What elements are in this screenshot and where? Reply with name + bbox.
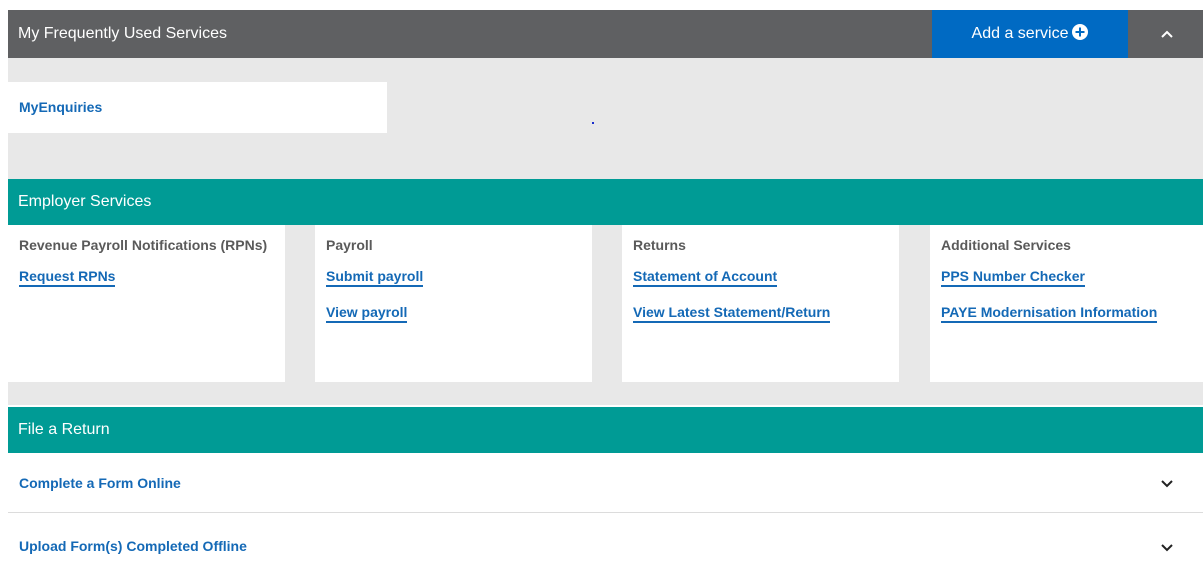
pps-number-checker-link[interactable]: PPS Number Checker [941,268,1085,287]
chevron-down-icon [1161,480,1173,488]
file-a-return-title: File a Return [18,421,110,438]
request-rpns-link[interactable]: Request RPNs [19,268,116,287]
returns-card: Returns Statement of Account View Latest… [622,225,899,382]
rpn-card: Revenue Payroll Notifications (RPNs) Req… [8,225,285,382]
payroll-card-heading: Payroll [326,237,373,253]
paye-modernisation-link[interactable]: PAYE Modernisation Information [941,304,1158,323]
statement-of-account-link[interactable]: Statement of Account [633,268,778,287]
favourite-link-myenquiries[interactable]: MyEnquiries [19,82,102,133]
frequently-used-title: My Frequently Used Services [18,25,227,42]
frequently-used-header: My Frequently Used Services Add a servic… [8,10,1203,58]
accordion-label: Complete a Form Online [19,475,181,491]
rpn-card-heading: Revenue Payroll Notifications (RPNs) [19,237,268,253]
additional-services-card: Additional Services PPS Number Checker P… [930,225,1203,382]
employer-services-panel: Revenue Payroll Notifications (RPNs) Req… [8,225,1203,405]
returns-card-heading: Returns [633,237,686,253]
accordion-complete-form-online[interactable]: Complete a Form Online [8,453,1203,513]
accordion-upload-forms-offline[interactable]: Upload Form(s) Completed Offline [8,514,1203,571]
chevron-down-icon [1161,544,1173,552]
accordion-label: Upload Form(s) Completed Offline [19,538,247,554]
file-a-return-header: File a Return [8,407,1203,453]
additional-services-heading: Additional Services [941,237,1071,253]
frequently-used-panel: MyEnquiries [8,58,1203,179]
add-service-label: Add a service [971,25,1069,42]
employer-services-header: Employer Services [8,179,1203,225]
chevron-up-icon [1160,30,1173,38]
employer-services-title: Employer Services [18,193,152,210]
view-latest-statement-link[interactable]: View Latest Statement/Return [633,304,831,323]
collapse-favourites-button[interactable] [1130,10,1203,58]
stray-dot [592,122,594,124]
page: My Frequently Used Services Add a servic… [0,0,1203,571]
add-service-button[interactable]: Add a service [932,10,1128,58]
plus-circle-icon [1072,12,1089,40]
view-payroll-link[interactable]: View payroll [326,304,408,323]
submit-payroll-link[interactable]: Submit payroll [326,268,424,287]
favourite-service-card: MyEnquiries [8,82,387,133]
payroll-card: Payroll Submit payroll View payroll [315,225,592,382]
